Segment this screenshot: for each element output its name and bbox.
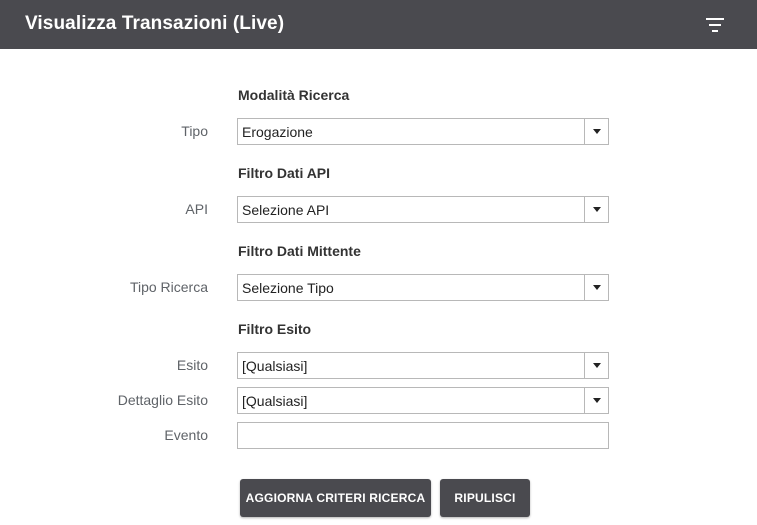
tipo-select-value: Erogazione	[242, 124, 313, 140]
tipo-select[interactable]: Erogazione	[237, 118, 609, 145]
caret-down-icon[interactable]	[584, 353, 608, 378]
caret-down-icon[interactable]	[584, 275, 608, 300]
filter-list-icon[interactable]	[704, 16, 726, 34]
caret-down-icon[interactable]	[584, 388, 608, 413]
api-label: API	[185, 201, 208, 217]
evento-input[interactable]	[237, 422, 609, 449]
section-filtro-dati-mittente: Filtro Dati Mittente	[238, 243, 361, 259]
api-select-value: Selezione API	[242, 202, 330, 218]
section-filtro-dati-api: Filtro Dati API	[238, 165, 331, 181]
dettaglio-esito-select[interactable]: [Qualsiasi]	[237, 387, 609, 414]
aggiorna-criteri-ricerca-button[interactable]: AGGIORNA CRITERI RICERCA	[240, 479, 431, 517]
section-filtro-esito: Filtro Esito	[238, 321, 312, 337]
page-title: Visualizza Transazioni (Live)	[25, 13, 285, 34]
esito-select[interactable]: [Qualsiasi]	[237, 352, 609, 379]
esito-select-value: [Qualsiasi]	[242, 358, 308, 374]
evento-label: Evento	[164, 427, 208, 443]
caret-down-icon[interactable]	[584, 197, 608, 222]
dettaglio-esito-select-value: [Qualsiasi]	[242, 393, 308, 409]
tipo-label: Tipo	[181, 123, 208, 139]
tipo-ricerca-select-value: Selezione Tipo	[242, 280, 334, 296]
app-header: Visualizza Transazioni (Live)	[0, 0, 757, 49]
dettaglio-esito-label: Dettaglio Esito	[117, 392, 208, 408]
tipo-ricerca-label: Tipo Ricerca	[129, 279, 208, 295]
esito-label: Esito	[176, 357, 208, 373]
section-modalita-ricerca: Modalità Ricerca	[238, 87, 350, 103]
tipo-ricerca-select[interactable]: Selezione Tipo	[237, 274, 609, 301]
ripulisci-button[interactable]: RIPULISCI	[440, 479, 530, 517]
api-select[interactable]: Selezione API	[237, 196, 609, 223]
caret-down-icon[interactable]	[584, 119, 608, 144]
